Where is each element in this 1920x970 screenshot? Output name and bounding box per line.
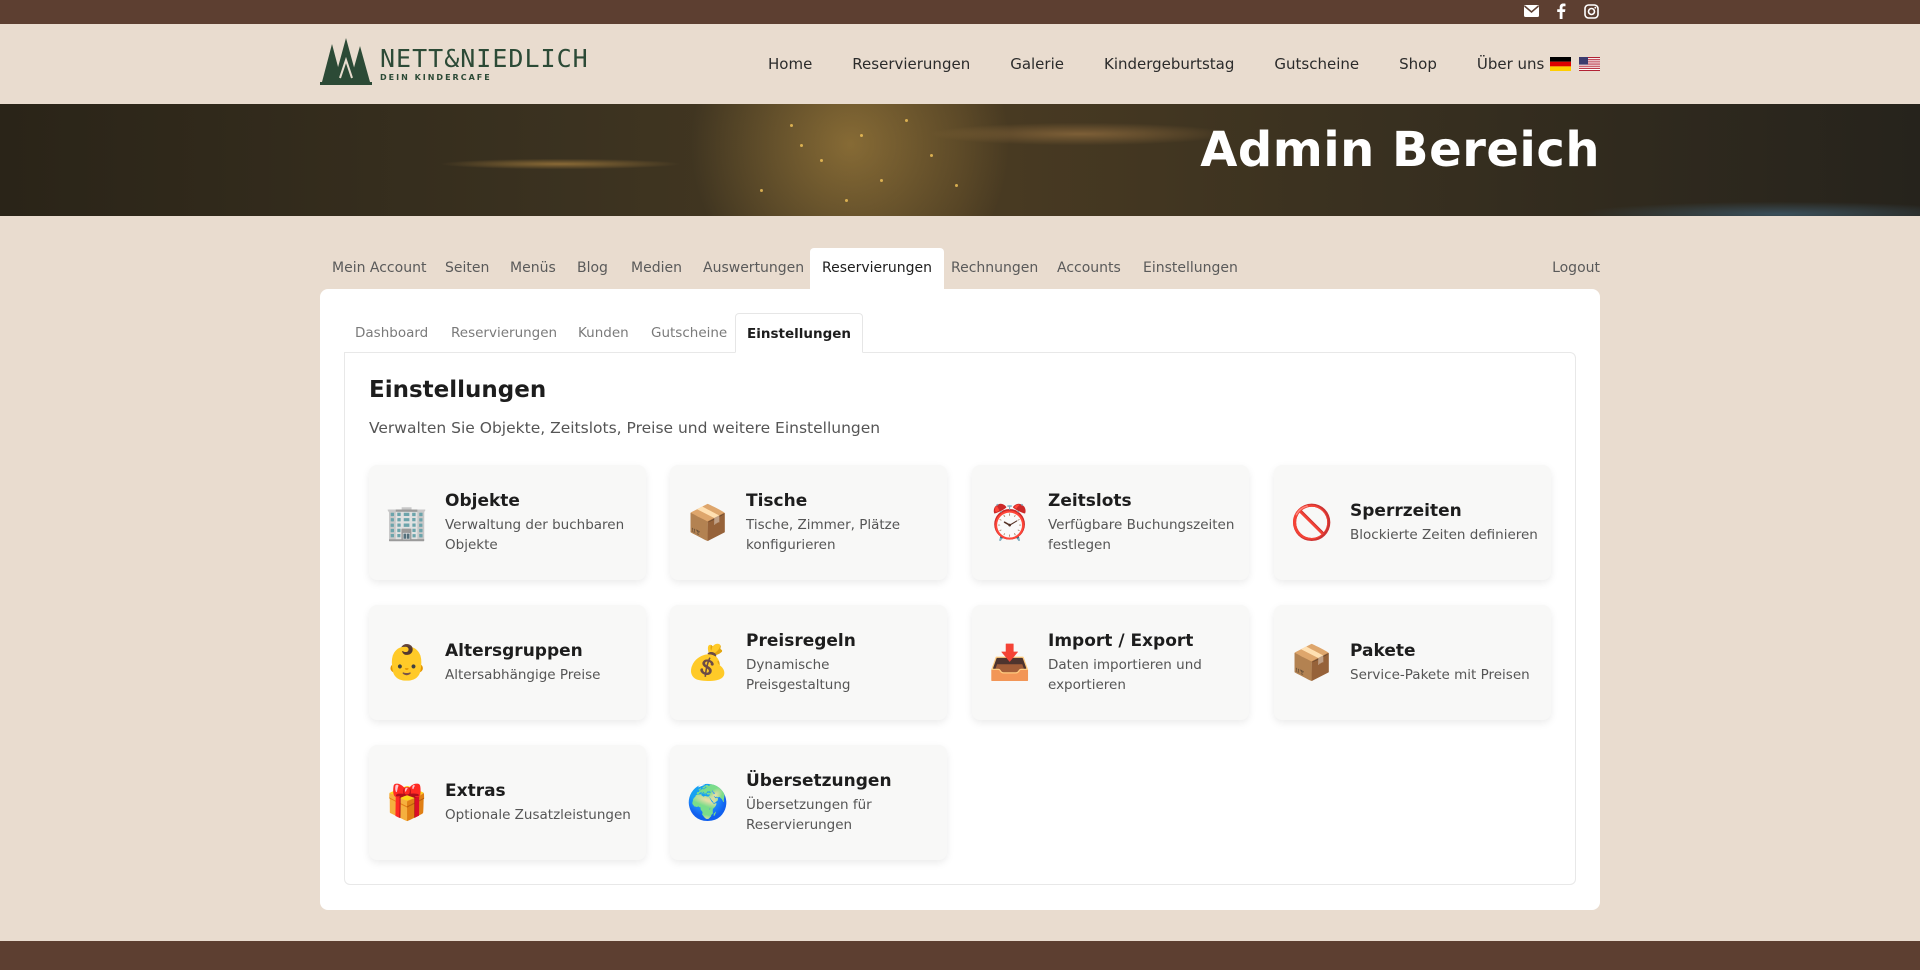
settings-tile-objekte[interactable]: 🏢 Objekte Verwaltung der buchbaren Objek… <box>369 465 646 580</box>
nav-item-reservierungen[interactable]: Reservierungen <box>852 55 970 73</box>
nav-item-home[interactable]: Home <box>768 55 812 73</box>
mail-icon[interactable] <box>1522 2 1540 20</box>
tile-title: Tische <box>746 490 808 511</box>
settings-tile-tische[interactable]: 📦 Tische Tische, Zimmer, Plätze konfigur… <box>670 465 947 580</box>
office-building-icon: 🏢 <box>385 502 429 543</box>
admin-content-card: Dashboard Reservierungen Kunden Gutschei… <box>320 289 1600 910</box>
inbox-tray-icon: 📥 <box>988 642 1032 683</box>
reservation-subtabs: Dashboard Reservierungen Kunden Gutschei… <box>344 313 1576 353</box>
tile-title: Pakete <box>1350 640 1416 661</box>
package-icon: 📦 <box>686 502 730 543</box>
page-title: Admin Bereich <box>1200 122 1600 178</box>
package-icon: 📦 <box>1290 642 1334 683</box>
nav-item-ueber-uns[interactable]: Über uns <box>1477 55 1545 73</box>
brand-name: NETT&NIEDLICH <box>380 43 589 73</box>
tab-seiten[interactable]: Seiten <box>445 248 489 289</box>
tile-description: Service-Pakete mit Preisen <box>1350 666 1530 683</box>
gift-icon: 🎁 <box>385 782 429 823</box>
tab-accounts[interactable]: Accounts <box>1057 248 1121 289</box>
tree-logo-icon <box>320 38 372 85</box>
tile-title: Preisregeln <box>746 630 856 651</box>
settings-tile-uebersetzungen[interactable]: 🌍 Übersetzungen Übersetzungen für Reserv… <box>670 745 947 860</box>
nav-item-galerie[interactable]: Galerie <box>1010 55 1064 73</box>
settings-tile-pakete[interactable]: 📦 Pakete Service-Pakete mit Preisen <box>1274 605 1551 720</box>
tile-description: Blockierte Zeiten definieren <box>1350 526 1538 543</box>
globe-icon: 🌍 <box>686 782 730 823</box>
settings-tile-import-export[interactable]: 📥 Import / Export Daten importieren und … <box>972 605 1249 720</box>
tab-mein-account[interactable]: Mein Account <box>332 248 426 289</box>
tile-description: Daten importieren und exportieren <box>1048 656 1202 693</box>
subtab-dashboard[interactable]: Dashboard <box>355 313 428 353</box>
subtab-reservierungen[interactable]: Reservierungen <box>451 313 557 353</box>
tile-description: Tische, Zimmer, Plätze konfigurieren <box>746 516 901 553</box>
alarm-clock-icon: ⏰ <box>988 502 1032 543</box>
tab-reservierungen[interactable]: Reservierungen <box>810 248 945 289</box>
tab-menues[interactable]: Menüs <box>510 248 556 289</box>
nav-item-shop[interactable]: Shop <box>1399 55 1437 73</box>
facebook-icon[interactable] <box>1552 2 1570 20</box>
tab-blog[interactable]: Blog <box>577 248 608 289</box>
settings-tile-sperrzeiten[interactable]: 🚫 Sperrzeiten Blockierte Zeiten definier… <box>1274 465 1551 580</box>
tile-title: Import / Export <box>1048 630 1194 651</box>
tile-title: Sperrzeiten <box>1350 500 1462 521</box>
tile-title: Zeitslots <box>1048 490 1132 511</box>
section-title: Einstellungen <box>369 377 547 403</box>
us-flag-icon[interactable] <box>1579 57 1600 71</box>
tile-description: Verwaltung der buchbaren Objekte <box>445 516 625 553</box>
logout-link[interactable]: Logout <box>1552 248 1600 289</box>
settings-panel: Einstellungen Verwalten Sie Objekte, Zei… <box>344 352 1576 885</box>
tile-title: Übersetzungen <box>746 770 892 791</box>
brand-logo[interactable]: NETT&NIEDLICH DEIN KINDERCAFE <box>320 38 589 88</box>
hero-banner: Admin Bereich <box>0 104 1920 216</box>
settings-tile-altersgruppen[interactable]: 👶 Altersgruppen Altersabhängige Preise <box>369 605 646 720</box>
tile-title: Altersgruppen <box>445 640 583 661</box>
prohibited-icon: 🚫 <box>1290 502 1334 543</box>
tile-description: Altersabhängige Preise <box>445 666 601 683</box>
baby-icon: 👶 <box>385 642 429 683</box>
admin-tabs: Mein Account Seiten Menüs Blog Medien Au… <box>320 248 1600 289</box>
site-header: NETT&NIEDLICH DEIN KINDERCAFE Home Reser… <box>0 24 1920 104</box>
settings-tile-zeitslots[interactable]: ⏰ Zeitslots Verfügbare Buchungszeiten fe… <box>972 465 1249 580</box>
settings-tile-preisregeln[interactable]: 💰 Preisregeln Dynamische Preisgestaltung <box>670 605 947 720</box>
tab-rechnungen[interactable]: Rechnungen <box>951 248 1038 289</box>
nav-item-gutscheine[interactable]: Gutscheine <box>1274 55 1359 73</box>
brand-tagline: DEIN KINDERCAFE <box>380 72 492 82</box>
language-switcher <box>1550 57 1600 71</box>
subtab-kunden[interactable]: Kunden <box>578 313 629 353</box>
tile-description: Verfügbare Buchungszeiten festlegen <box>1048 516 1235 553</box>
tile-description: Dynamische Preisgestaltung <box>746 656 851 693</box>
section-description: Verwalten Sie Objekte, Zeitslots, Preise… <box>369 419 881 437</box>
settings-tile-extras[interactable]: 🎁 Extras Optionale Zusatzleistungen <box>369 745 646 860</box>
money-bag-icon: 💰 <box>686 642 730 683</box>
nav-item-kindergeburtstag[interactable]: Kindergeburtstag <box>1104 55 1234 73</box>
tab-einstellungen[interactable]: Einstellungen <box>1143 248 1238 289</box>
social-links <box>1522 2 1600 20</box>
tab-medien[interactable]: Medien <box>631 248 682 289</box>
tile-description: Optionale Zusatzleistungen <box>445 806 631 823</box>
tile-title: Objekte <box>445 490 520 511</box>
tile-title: Extras <box>445 780 506 801</box>
subtab-gutscheine[interactable]: Gutscheine <box>651 313 727 353</box>
tile-description: Übersetzungen für Reservierungen <box>746 796 872 833</box>
german-flag-icon[interactable] <box>1550 57 1571 71</box>
main-nav: Home Reservierungen Galerie Kindergeburt… <box>768 24 1584 104</box>
instagram-icon[interactable] <box>1582 2 1600 20</box>
subtab-einstellungen[interactable]: Einstellungen <box>735 313 864 353</box>
site-footer <box>0 941 1920 970</box>
top-bar <box>0 0 1920 24</box>
tab-auswertungen[interactable]: Auswertungen <box>703 248 804 289</box>
